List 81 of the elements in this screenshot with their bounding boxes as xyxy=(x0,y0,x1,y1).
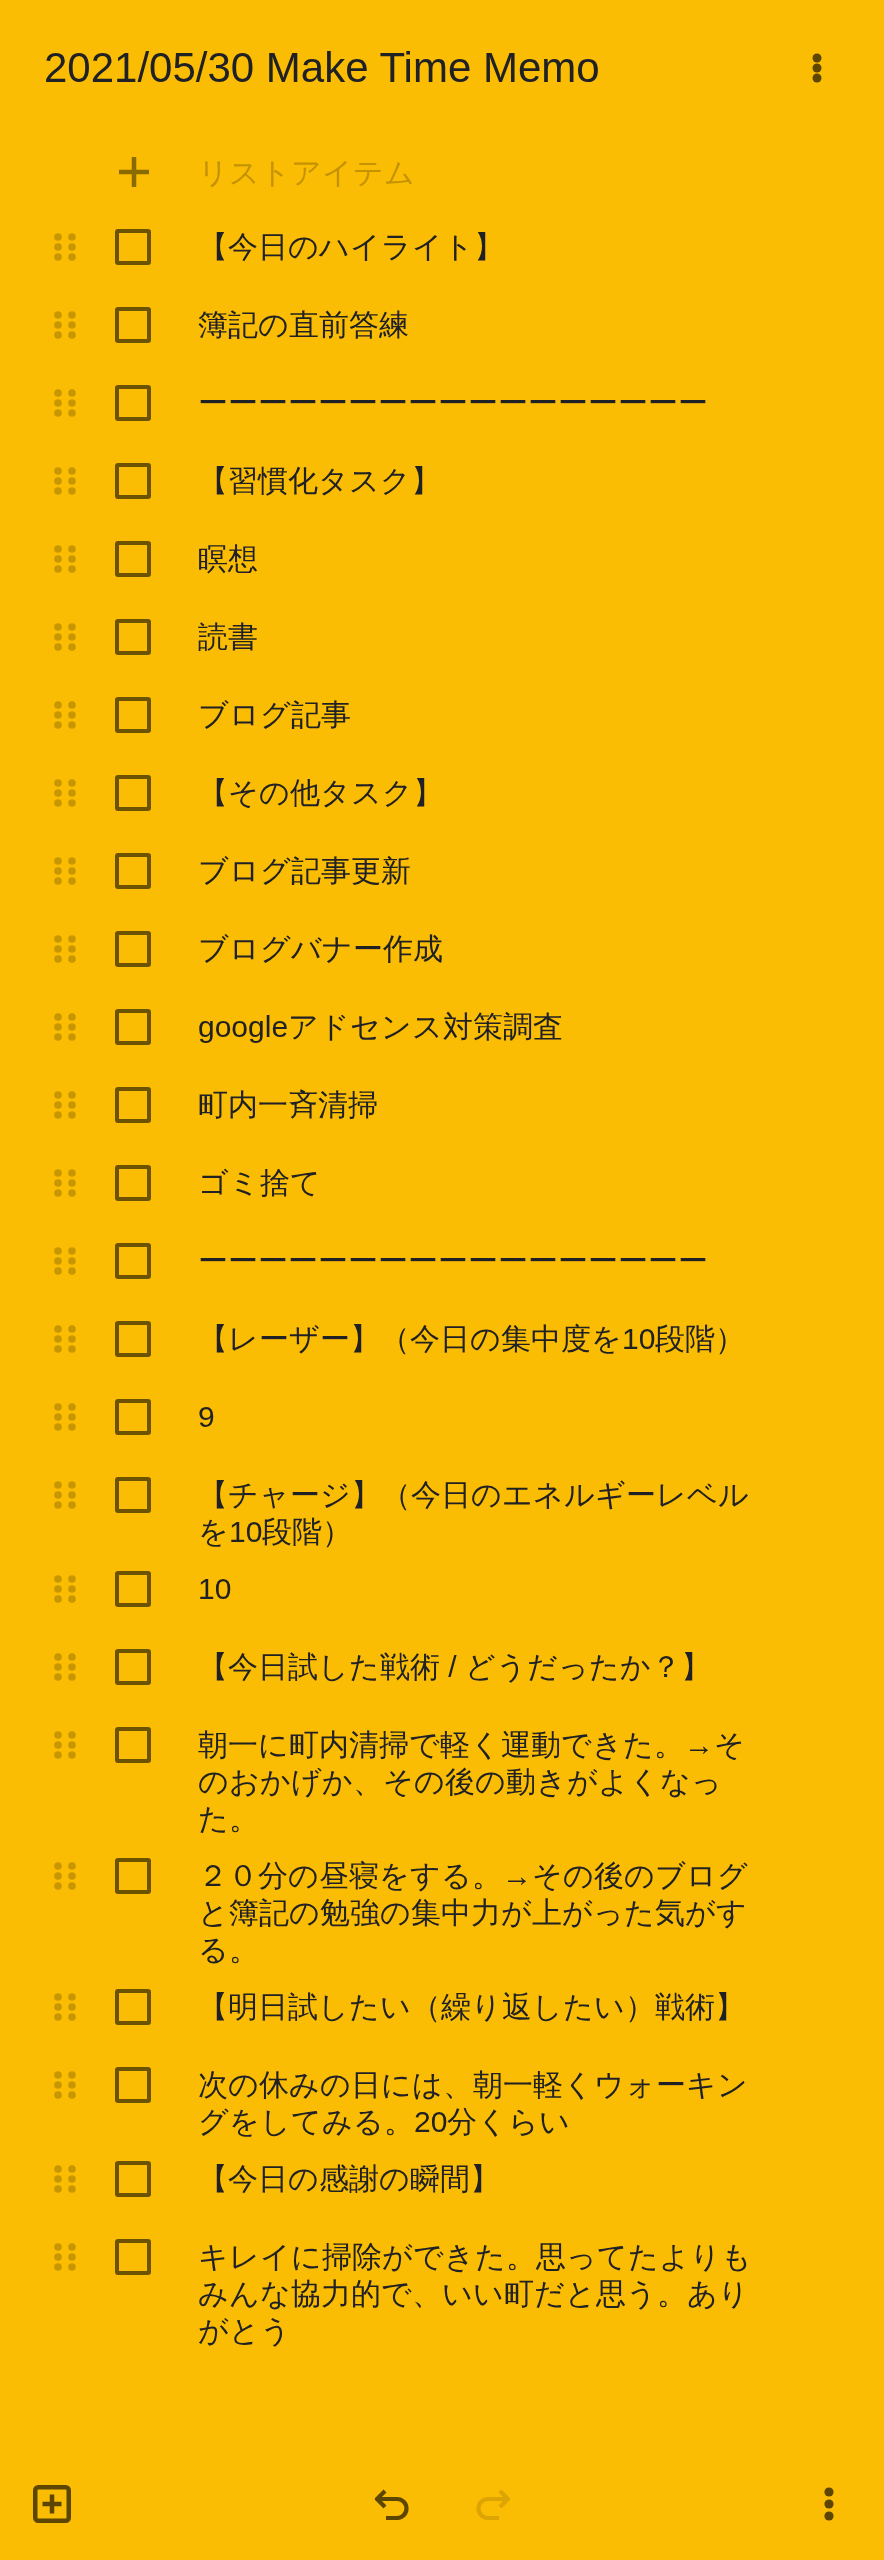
drag-handle-icon[interactable] xyxy=(54,1653,76,1681)
drag-handle-icon[interactable] xyxy=(54,935,76,963)
drag-handle-icon[interactable] xyxy=(54,389,76,417)
drag-handle-icon[interactable] xyxy=(54,467,76,495)
drag-handle-icon[interactable] xyxy=(54,1169,76,1197)
checkbox[interactable] xyxy=(115,2239,151,2275)
checkbox[interactable] xyxy=(115,1989,151,2025)
checkbox[interactable] xyxy=(115,307,151,343)
drag-handle-icon[interactable] xyxy=(54,1325,76,1353)
checkbox[interactable] xyxy=(115,1243,151,1279)
list-item-text[interactable]: ブログバナー作成 xyxy=(198,910,753,967)
list-item-text[interactable]: 町内一斉清掃 xyxy=(198,1066,753,1123)
list-item-text[interactable]: 【今日の感謝の瞬間】 xyxy=(198,2140,753,2197)
checkbox[interactable] xyxy=(115,775,151,811)
checkbox[interactable] xyxy=(115,1165,151,1201)
list-item-text[interactable]: ーーーーーーーーーーーーーーーーー xyxy=(198,1222,753,1279)
checkbox[interactable] xyxy=(115,853,151,889)
drag-handle-icon[interactable] xyxy=(54,1091,76,1119)
list-item-text[interactable]: 次の休みの日には、朝一軽くウォーキングをしてみる。20分くらい xyxy=(198,2046,753,2140)
checkbox[interactable] xyxy=(115,1321,151,1357)
list-item-text[interactable]: 読書 xyxy=(198,598,753,655)
drag-handle-icon[interactable] xyxy=(54,1013,76,1041)
list-item-text[interactable]: 【今日試した戦術 / どうだったか？】 xyxy=(198,1628,753,1685)
checkbox[interactable] xyxy=(115,1649,151,1685)
checkbox[interactable] xyxy=(115,931,151,967)
checkbox[interactable] xyxy=(115,541,151,577)
list-item-text[interactable]: 9 xyxy=(198,1378,753,1435)
list-item-text[interactable]: 【習慣化タスク】 xyxy=(198,442,753,499)
list-item-text[interactable]: 【明日試したい（繰り返したい）戦術】 xyxy=(198,1968,753,2025)
drag-handle-icon[interactable] xyxy=(54,1993,76,2021)
list-item-text[interactable]: ブログ記事 xyxy=(198,676,753,733)
list-item-text[interactable]: 10 xyxy=(198,1550,753,1607)
drag-handle-icon[interactable] xyxy=(54,1247,76,1275)
drag-handle-icon[interactable] xyxy=(54,857,76,885)
drag-handle-icon[interactable] xyxy=(54,1731,76,1759)
drag-handle-icon[interactable] xyxy=(54,2165,76,2193)
more-options-icon[interactable] xyxy=(812,53,822,83)
more-options-icon[interactable] xyxy=(824,2487,834,2521)
checkbox[interactable] xyxy=(115,697,151,733)
drag-handle-icon[interactable] xyxy=(54,1862,76,1890)
checkbox[interactable] xyxy=(115,1858,151,1894)
checkbox[interactable] xyxy=(115,619,151,655)
drag-handle-icon[interactable] xyxy=(54,2071,76,2099)
list-item-text[interactable]: 【今日のハイライト】 xyxy=(198,208,753,265)
list-item-text[interactable]: 【その他タスク】 xyxy=(198,754,753,811)
list-item-text[interactable]: ２０分の昼寝をする。→その後のブログと簿記の勉強の集中力が上がった気がする。 xyxy=(198,1837,753,1968)
list-item-text[interactable]: googleアドセンス対策調査 xyxy=(198,988,753,1045)
checkbox[interactable] xyxy=(115,1477,151,1513)
drag-handle-icon[interactable] xyxy=(54,2243,76,2271)
drag-handle-icon[interactable] xyxy=(54,545,76,573)
list-item-text[interactable]: ーーーーーーーーーーーーーーーーー xyxy=(198,364,753,421)
list-item-text[interactable]: 【チャージ】（今日のエネルギーレベルを10段階） xyxy=(198,1456,753,1550)
drag-handle-icon[interactable] xyxy=(54,1403,76,1431)
list-item-text[interactable]: ゴミ捨て xyxy=(198,1144,753,1201)
checkbox[interactable] xyxy=(115,1009,151,1045)
undo-icon[interactable] xyxy=(373,2488,410,2520)
list-item-text[interactable]: 【レーザー】（今日の集中度を10段階） xyxy=(198,1300,753,1357)
note-title[interactable]: 2021/05/30 Make Time Memo xyxy=(44,44,600,92)
drag-handle-icon[interactable] xyxy=(54,1481,76,1509)
drag-handle-icon[interactable] xyxy=(54,311,76,339)
list-item-text[interactable]: キレイに掃除ができた。思ってたよりもみんな協力的で、いい町だと思う。ありがとう xyxy=(198,2218,753,2349)
checkbox[interactable] xyxy=(115,463,151,499)
list-item-text[interactable]: 朝一に町内清掃で軽く運動できた。→そのおかげか、その後の動きがよくなった。 xyxy=(198,1706,753,1837)
drag-handle-icon[interactable] xyxy=(54,233,76,261)
drag-handle-icon[interactable] xyxy=(54,1575,76,1603)
drag-handle-icon[interactable] xyxy=(54,701,76,729)
list-item-text[interactable]: 簿記の直前答練 xyxy=(198,286,753,343)
checkbox[interactable] xyxy=(115,2161,151,2197)
list-item-text[interactable]: 瞑想 xyxy=(198,520,753,577)
plus-icon[interactable] xyxy=(118,156,150,188)
list-item-text[interactable]: ブログ記事更新 xyxy=(198,832,753,889)
checkbox[interactable] xyxy=(115,229,151,265)
checkbox[interactable] xyxy=(115,1571,151,1607)
add-box-icon[interactable] xyxy=(33,2485,71,2523)
drag-handle-icon[interactable] xyxy=(54,623,76,651)
checkbox[interactable] xyxy=(115,385,151,421)
checkbox[interactable] xyxy=(115,1087,151,1123)
checkbox[interactable] xyxy=(115,1399,151,1435)
drag-handle-icon[interactable] xyxy=(54,779,76,807)
checkbox[interactable] xyxy=(115,1727,151,1763)
checkbox[interactable] xyxy=(115,2067,151,2103)
